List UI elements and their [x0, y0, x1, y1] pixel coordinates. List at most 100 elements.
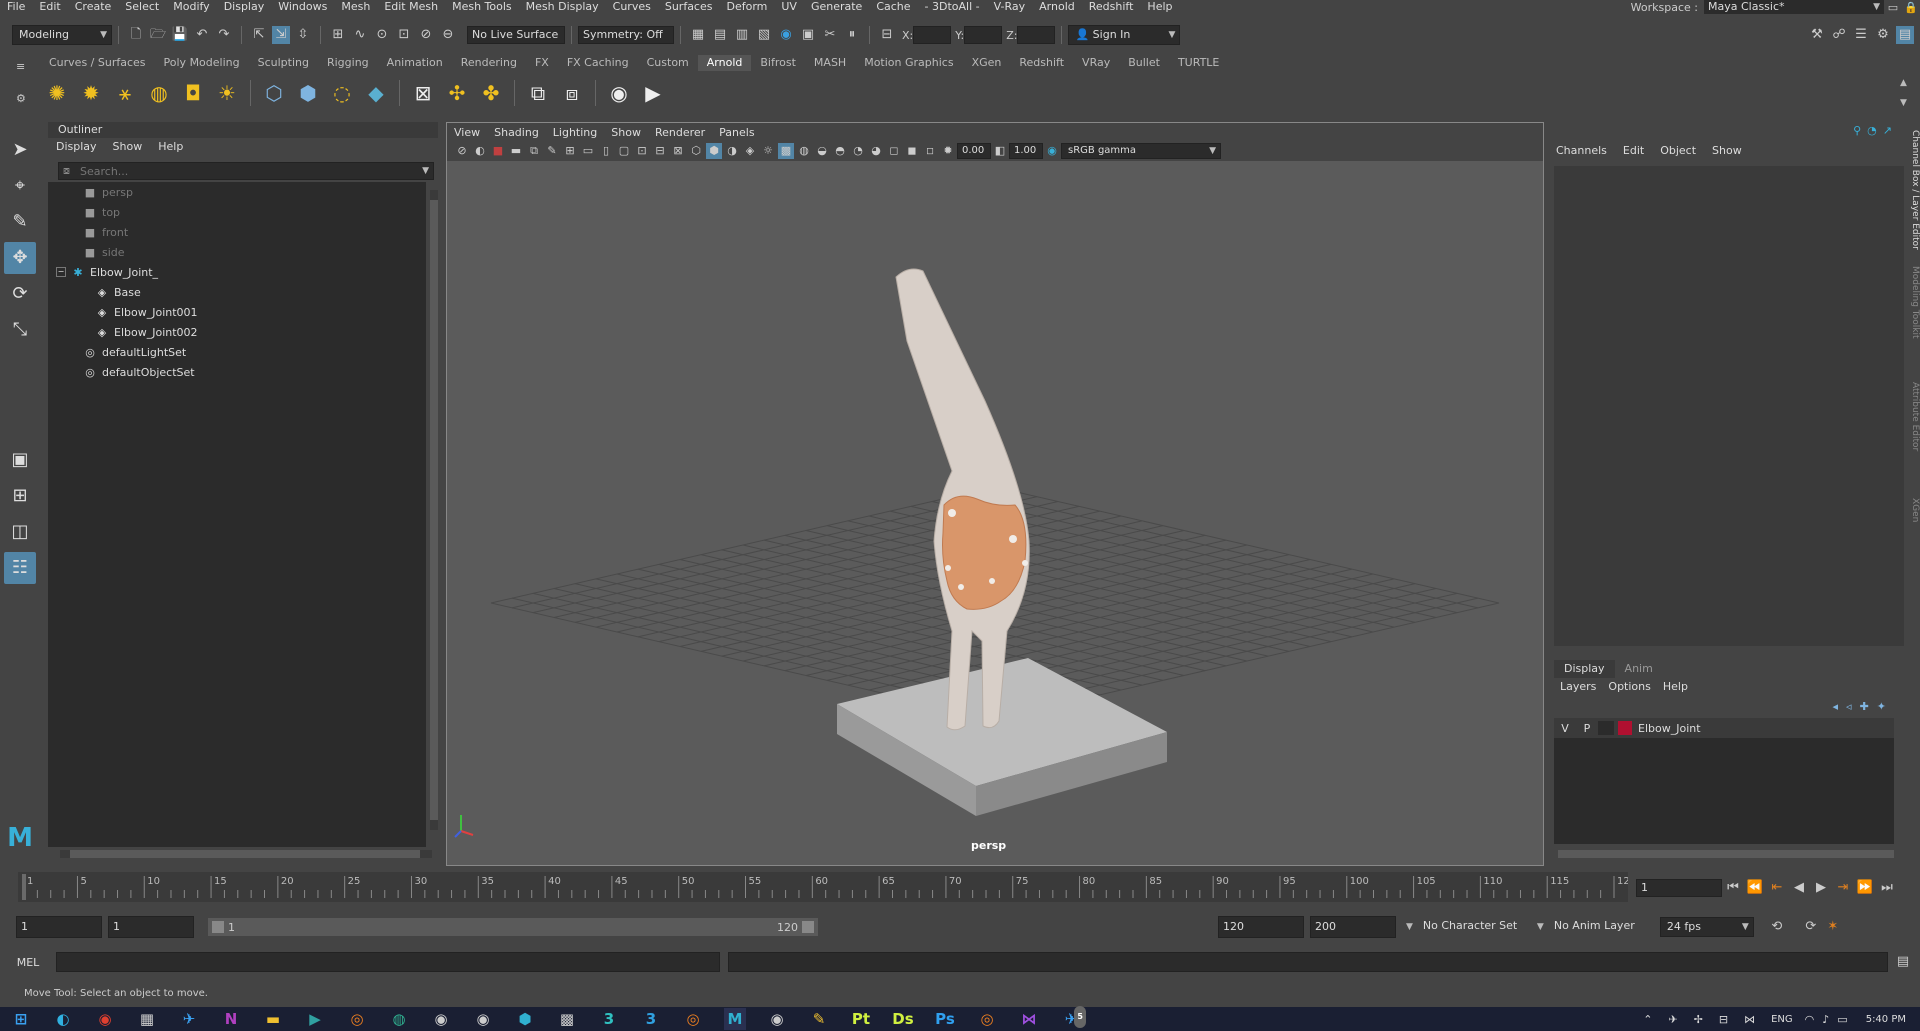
- color-space-dropdown[interactable]: sRGB gamma ▼: [1061, 143, 1221, 159]
- safe-action-icon[interactable]: ⊟: [652, 143, 668, 159]
- shelf-menu-icon[interactable]: ≡: [16, 60, 25, 73]
- live-surface-field[interactable]: No Live Surface: [467, 26, 565, 44]
- play-render-icon[interactable]: ▶: [639, 79, 667, 107]
- new-layer-icon[interactable]: ✚: [1860, 700, 1869, 713]
- menu-help[interactable]: Help: [1140, 0, 1179, 14]
- layer-tab-anim[interactable]: Anim: [1615, 660, 1663, 678]
- viewport-menu-shading[interactable]: Shading: [487, 126, 546, 139]
- attribute-editor-icon[interactable]: ☰: [1852, 26, 1870, 44]
- layer-color-swatch[interactable]: [1618, 721, 1632, 735]
- anim-layer-dropdown[interactable]: No Anim Layer: [1549, 916, 1650, 938]
- playback-end-field[interactable]: 120: [1218, 916, 1304, 938]
- bookmark-icon[interactable]: ■: [490, 143, 506, 159]
- anti-aliasing-icon[interactable]: ◓: [832, 143, 848, 159]
- chrome-icon[interactable]: ◉: [94, 1008, 116, 1030]
- exposure-field[interactable]: 0.00: [957, 143, 991, 159]
- shelf-tab-vray[interactable]: VRay: [1073, 55, 1119, 71]
- battery-icon[interactable]: ▭: [1837, 1013, 1847, 1026]
- exposure-icon[interactable]: ✹: [940, 143, 956, 159]
- viewport-menu-view[interactable]: View: [447, 126, 487, 139]
- menu-edit[interactable]: Edit: [32, 0, 67, 14]
- shelf-tab-curves-surfaces[interactable]: Curves / Surfaces: [40, 55, 155, 71]
- four-view-icon[interactable]: ⊞: [4, 480, 36, 512]
- side-tab-channel-box-layer-editor[interactable]: Channel Box / Layer Editor: [1908, 130, 1920, 260]
- menu-3dtoall[interactable]: - 3DtoAll -: [918, 0, 987, 14]
- menu-mesh[interactable]: Mesh: [334, 0, 377, 14]
- new-scene-icon[interactable]: 🗋: [127, 26, 145, 44]
- step-back-frame-icon[interactable]: ⇤: [1768, 879, 1786, 897]
- app5-icon[interactable]: ✎: [808, 1008, 830, 1030]
- outliner-item[interactable]: ■ front: [48, 222, 426, 242]
- onenote-icon[interactable]: N: [220, 1008, 242, 1030]
- scroll-thumb[interactable]: [430, 200, 438, 820]
- command-language-label[interactable]: MEL: [0, 956, 56, 969]
- command-input[interactable]: [56, 952, 720, 972]
- wireframe-on-shaded-icon[interactable]: ◑: [724, 143, 740, 159]
- app4-icon[interactable]: ▩: [556, 1008, 578, 1030]
- field-chart-icon[interactable]: ⊡: [634, 143, 650, 159]
- tool-settings-icon[interactable]: ⚙: [1874, 26, 1892, 44]
- textured-icon[interactable]: ◈: [742, 143, 758, 159]
- shelf-scroll-down-icon[interactable]: ▼: [1900, 98, 1907, 108]
- tray-chevron-icon[interactable]: ⌃: [1643, 1013, 1652, 1026]
- outliner-item[interactable]: ◈ Base: [48, 282, 426, 302]
- telegram-icon[interactable]: ✈: [178, 1008, 200, 1030]
- outliner-menu-display[interactable]: Display: [48, 138, 105, 156]
- current-frame-field[interactable]: 1: [1636, 879, 1722, 897]
- layer-tab-display[interactable]: Display: [1554, 660, 1615, 678]
- telegram2-icon[interactable]: ✈ 5: [1060, 1006, 1086, 1030]
- go-to-start-icon[interactable]: ⏮: [1724, 879, 1742, 897]
- outliner-item[interactable]: − ✱ Elbow_Joint_: [48, 262, 426, 282]
- shelf-tab-fx[interactable]: FX: [526, 55, 558, 71]
- menu-display[interactable]: Display: [217, 0, 272, 14]
- move-layer-up-icon[interactable]: ◂: [1833, 700, 1839, 713]
- outliner-menu-help[interactable]: Help: [150, 138, 191, 156]
- layer-hscrollbar[interactable]: [1558, 850, 1894, 858]
- tray-telegram-icon[interactable]: ✈: [1668, 1013, 1677, 1026]
- mesh-light-icon[interactable]: ✹: [77, 79, 105, 107]
- side-tab-modeling-toolkit[interactable]: Modeling Toolkit: [1908, 266, 1920, 376]
- range-handle-end[interactable]: [802, 921, 814, 933]
- shelf-settings-icon[interactable]: ⚙: [16, 92, 26, 105]
- gamma-icon[interactable]: ◧: [992, 143, 1008, 159]
- menu-file[interactable]: File: [0, 0, 32, 14]
- light-portal-icon[interactable]: ◘: [179, 79, 207, 107]
- layer-menu-options[interactable]: Options: [1602, 680, 1656, 696]
- designer-icon[interactable]: Ds: [892, 1008, 914, 1030]
- menu-create[interactable]: Create: [68, 0, 119, 14]
- chevron-down-icon[interactable]: ▼: [1406, 922, 1413, 932]
- menu-mesh-display[interactable]: Mesh Display: [519, 0, 606, 14]
- playback-start-field[interactable]: 1: [108, 916, 194, 938]
- symmetry-field[interactable]: Symmetry: Off: [578, 26, 674, 44]
- menu-redshift[interactable]: Redshift: [1082, 0, 1141, 14]
- export-standin-icon[interactable]: ⬢: [294, 79, 322, 107]
- transform-input-icon[interactable]: ⊟: [878, 26, 896, 44]
- shelf-tab-bifrost[interactable]: Bifrost: [751, 55, 805, 71]
- side-tab-attribute-editor[interactable]: Attribute Editor: [1908, 382, 1920, 492]
- shelf-tab-xgen[interactable]: XGen: [963, 55, 1011, 71]
- xray-icon[interactable]: ◻: [886, 143, 902, 159]
- expand-toggle-icon[interactable]: −: [56, 267, 66, 277]
- snap-grid-icon[interactable]: ⊞: [329, 26, 347, 44]
- channel-box-icon[interactable]: ▤: [1896, 26, 1914, 44]
- character-set-dropdown[interactable]: No Character Set: [1418, 916, 1529, 938]
- snap-surface-icon[interactable]: ⊘: [417, 26, 435, 44]
- step-forward-key-icon[interactable]: ⏩: [1856, 879, 1874, 897]
- blender3-icon[interactable]: ◎: [976, 1008, 998, 1030]
- app2-icon[interactable]: ◍: [388, 1008, 410, 1030]
- elbow-joint-mesh[interactable]: [895, 268, 1030, 731]
- channel-float-icon[interactable]: ↗: [1883, 124, 1892, 137]
- file-explorer-icon[interactable]: ▬: [262, 1008, 284, 1030]
- select-camera-icon[interactable]: ⊘: [454, 143, 470, 159]
- menu-v-ray[interactable]: V-Ray: [987, 0, 1033, 14]
- shelf-tab-animation[interactable]: Animation: [378, 55, 452, 71]
- area-light-icon[interactable]: ✺: [43, 79, 71, 107]
- fps-dropdown[interactable]: 24 fps ▼: [1659, 917, 1754, 937]
- lasso-tool-icon[interactable]: ⌖: [4, 170, 36, 202]
- channel-menu-object[interactable]: Object: [1652, 144, 1704, 160]
- shelf-tab-fx-caching[interactable]: FX Caching: [558, 55, 638, 71]
- character-controls-icon[interactable]: ☍: [1830, 26, 1848, 44]
- app3-icon[interactable]: ⬢: [514, 1008, 536, 1030]
- gamma-field[interactable]: 1.00: [1009, 143, 1043, 159]
- snap-view-icon[interactable]: ⊡: [395, 26, 413, 44]
